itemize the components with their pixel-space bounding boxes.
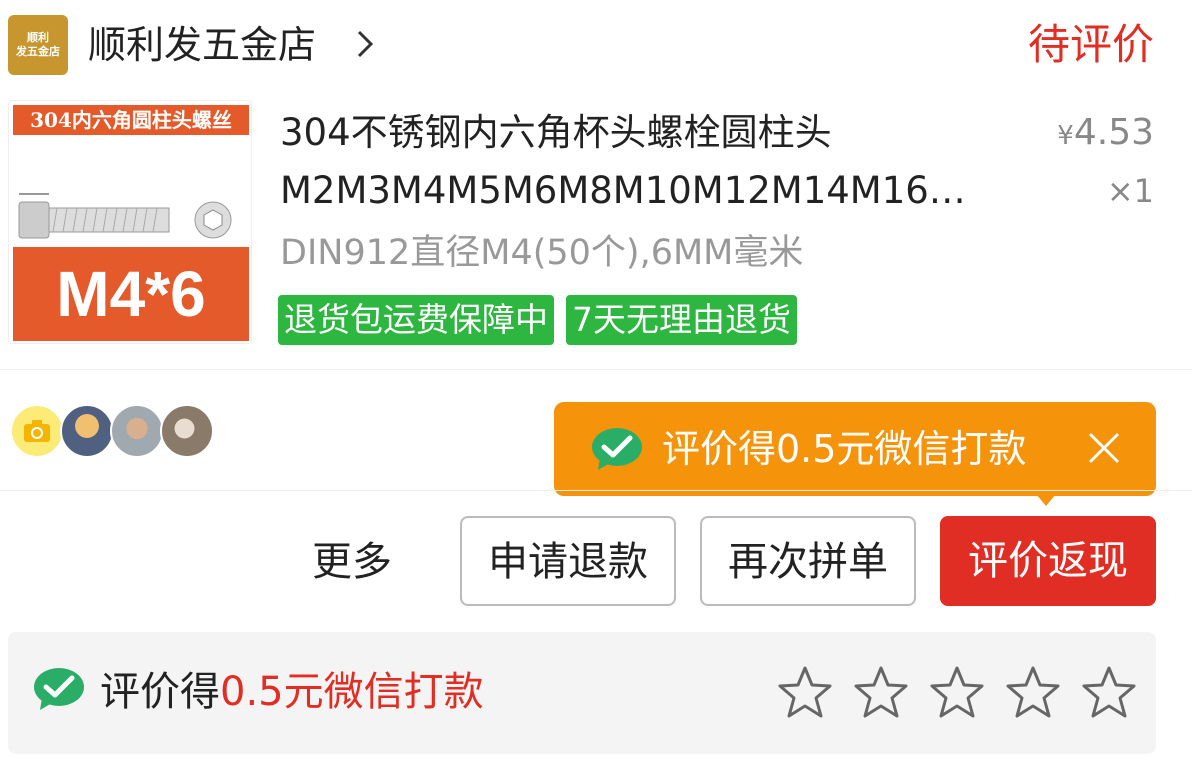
service-tags: 退货包运费保障中 7天无理由退货	[278, 295, 797, 345]
chevron-right-icon[interactable]	[350, 24, 380, 64]
tag-return-shipping: 退货包运费保障中	[278, 295, 554, 345]
avatar	[110, 404, 164, 458]
rating-highlight: 0.5元微信打款	[220, 669, 484, 715]
more-button[interactable]: 更多	[312, 534, 392, 590]
thumbnail-banner: 304内六角圆柱头螺丝	[13, 105, 249, 135]
star-icon[interactable]	[776, 664, 834, 722]
star-icon[interactable]	[928, 664, 986, 722]
star-rating[interactable]	[776, 664, 1138, 722]
wechat-pay-icon	[592, 428, 642, 470]
product-quantity: ×1	[1106, 172, 1154, 210]
divider	[0, 369, 1192, 370]
close-icon[interactable]	[1084, 428, 1124, 468]
store-name[interactable]: 顺利发五金店	[88, 20, 316, 70]
tooltip-arrow	[1036, 494, 1056, 506]
tooltip-text: 评价得0.5元微信打款	[662, 427, 1027, 471]
rebuy-button[interactable]: 再次拼单	[700, 516, 916, 606]
product-thumbnail[interactable]: 304内六角圆柱头螺丝 M4*6	[8, 100, 252, 344]
camera-avatar	[10, 404, 64, 458]
store-logo-line2: 发五金店	[16, 45, 60, 58]
review-cashback-button[interactable]: 评价返现	[940, 516, 1156, 606]
avatar	[160, 404, 214, 458]
star-icon[interactable]	[1080, 664, 1138, 722]
product-price: ¥4.53	[1057, 112, 1154, 153]
product-title[interactable]: 304不锈钢内六角杯头螺栓圆柱头 M2M3M4M5M6M8M10M12M14M1…	[280, 104, 1020, 220]
wechat-pay-icon	[34, 668, 84, 710]
order-status: 待评价	[1027, 20, 1154, 69]
buyer-avatars	[10, 404, 214, 458]
product-title-line2: M2M3M4M5M6M8M10M12M14M16…	[280, 169, 966, 212]
camera-icon	[24, 420, 50, 442]
price-value: 4.53	[1073, 112, 1154, 153]
star-icon[interactable]	[852, 664, 910, 722]
avatar	[60, 404, 114, 458]
refund-button[interactable]: 申请退款	[460, 516, 676, 606]
store-logo[interactable]: 顺利 发五金店	[8, 15, 68, 75]
divider	[0, 490, 1192, 491]
rating-prompt: 评价得0.5元微信打款	[100, 664, 484, 720]
product-title-line1: 304不锈钢内六角杯头螺栓圆柱头	[280, 111, 832, 154]
rating-prefix: 评价得	[100, 669, 220, 715]
store-logo-line1: 顺利	[27, 31, 49, 44]
product-spec: DIN912直径M4(50个),6MM毫米	[280, 233, 804, 273]
currency-symbol: ¥	[1057, 121, 1074, 151]
star-icon[interactable]	[1004, 664, 1062, 722]
thumbnail-size: M4*6	[13, 247, 249, 341]
tag-7day-return: 7天无理由退货	[566, 295, 797, 345]
